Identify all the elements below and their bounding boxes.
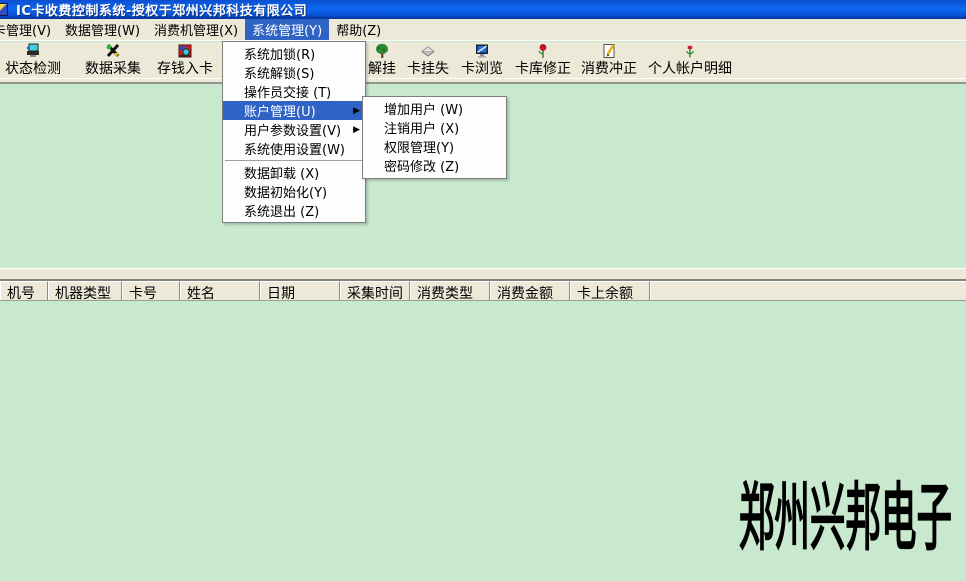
vendor-watermark: 郑州兴邦电子 bbox=[739, 481, 952, 555]
toolbar-button-deposit-card[interactable]: 存钱入卡 bbox=[152, 43, 218, 77]
menu-data-management[interactable]: 数据管理(W) bbox=[58, 19, 147, 40]
grid-header-row: 机号 机器类型 卡号 姓名 日期 采集时间 消费类型 消费金额 卡上余额 bbox=[0, 281, 966, 301]
toolbar-button-card-browse[interactable]: 卡浏览 bbox=[454, 43, 510, 77]
menu-item-system-unlock[interactable]: 系统解锁(S) bbox=[223, 63, 365, 82]
titlebar: IC卡收费控制系统-授权于郑州兴邦科技有限公司 bbox=[0, 0, 966, 19]
menu-help[interactable]: 帮助(Z) bbox=[329, 19, 388, 40]
app-icon[interactable] bbox=[0, 3, 8, 16]
data-collect-icon bbox=[105, 43, 121, 59]
submenu-item-remove-user[interactable]: 注销用户 (X) bbox=[363, 118, 506, 137]
submenu-item-add-user[interactable]: 增加用户 (W) bbox=[363, 99, 506, 118]
rose-icon bbox=[535, 43, 551, 59]
toolbar-button-label: 卡挂失 bbox=[407, 62, 449, 77]
column-header-filler bbox=[650, 281, 966, 300]
deposit-card-icon bbox=[177, 43, 193, 59]
toolbar-button-label: 存钱入卡 bbox=[157, 62, 213, 77]
tulip-icon bbox=[682, 43, 698, 59]
toolbar-button-status-check[interactable]: 状态检测 bbox=[0, 43, 66, 77]
grid-top-strip bbox=[0, 268, 966, 281]
monitor-icon bbox=[474, 43, 490, 59]
account-management-submenu: 增加用户 (W) 注销用户 (X) 权限管理(Y) 密码修改 (Z) bbox=[362, 96, 507, 179]
toolbar-button-label: 个人帐户明细 bbox=[648, 62, 732, 77]
app-window: IC卡收费控制系统-授权于郑州兴邦科技有限公司 卡管理(V) 数据管理(W) 消… bbox=[0, 0, 966, 581]
toolbar-button-label: 解挂 bbox=[368, 62, 396, 77]
diamond-icon bbox=[420, 43, 436, 59]
menu-item-data-unload[interactable]: 数据卸载 (X) bbox=[223, 163, 365, 182]
toolbar-button-data-collect[interactable]: 数据采集 bbox=[80, 43, 146, 77]
column-header-consume-type[interactable]: 消费类型 bbox=[410, 281, 490, 300]
menu-item-operator-handover[interactable]: 操作员交接 (T) bbox=[223, 82, 365, 101]
toolbar-button-label: 卡浏览 bbox=[461, 62, 503, 77]
menu-item-system-lock[interactable]: 系统加锁(R) bbox=[223, 44, 365, 63]
submenu-arrow-icon: ▶ bbox=[353, 124, 360, 134]
menu-system-management[interactable]: 系统管理(Y) bbox=[245, 19, 329, 40]
menu-item-user-param-settings[interactable]: 用户参数设置(V) ▶ bbox=[223, 120, 365, 139]
column-header-machine-type[interactable]: 机器类型 bbox=[48, 281, 122, 300]
menu-item-system-usage-settings[interactable]: 系统使用设置(W) bbox=[223, 139, 365, 158]
menu-card-management[interactable]: 卡管理(V) bbox=[0, 19, 58, 40]
menu-item-data-init[interactable]: 数据初始化(Y) bbox=[223, 182, 365, 201]
toolbar-button-label: 卡库修正 bbox=[515, 62, 571, 77]
submenu-item-change-password[interactable]: 密码修改 (Z) bbox=[363, 156, 506, 175]
submenu-arrow-icon: ▶ bbox=[353, 105, 360, 115]
menu-item-label: 用户参数设置(V) bbox=[244, 120, 341, 139]
toolbar-button-card-db-fix[interactable]: 卡库修正 bbox=[512, 43, 574, 77]
column-header-card-balance[interactable]: 卡上余额 bbox=[570, 281, 650, 300]
toolbar-button-label: 状态检测 bbox=[5, 62, 61, 77]
menu-item-system-exit[interactable]: 系统退出 (Z) bbox=[223, 201, 365, 220]
menubar: 卡管理(V) 数据管理(W) 消费机管理(X) 系统管理(Y) 帮助(Z) bbox=[0, 19, 966, 41]
tree-icon bbox=[374, 43, 390, 59]
window-title: IC卡收费控制系统-授权于郑州兴邦科技有限公司 bbox=[16, 0, 307, 19]
column-header-consume-amount[interactable]: 消费金额 bbox=[490, 281, 570, 300]
toolbar-button-reversal[interactable]: 消费冲正 bbox=[578, 43, 640, 77]
toolbar-button-label: 消费冲正 bbox=[581, 62, 637, 77]
column-header-machine-no[interactable]: 机号 bbox=[0, 281, 48, 300]
document-pencil-icon bbox=[601, 43, 617, 59]
column-header-date[interactable]: 日期 bbox=[260, 281, 340, 300]
submenu-item-permission-management[interactable]: 权限管理(Y) bbox=[363, 137, 506, 156]
menu-item-label: 账户管理(U) bbox=[244, 101, 316, 120]
toolbar-button-label: 数据采集 bbox=[85, 62, 141, 77]
column-header-card-no[interactable]: 卡号 bbox=[122, 281, 180, 300]
column-header-collect-time[interactable]: 采集时间 bbox=[340, 281, 410, 300]
toolbar-button-account-detail[interactable]: 个人帐户明细 bbox=[644, 43, 736, 77]
toolbar-button-report-loss[interactable]: 卡挂失 bbox=[400, 43, 456, 77]
system-management-menu: 系统加锁(R) 系统解锁(S) 操作员交接 (T) 账户管理(U) ▶ 用户参数… bbox=[222, 41, 366, 223]
menu-pos-management[interactable]: 消费机管理(X) bbox=[147, 19, 245, 40]
computer-status-icon bbox=[25, 43, 41, 59]
column-header-name[interactable]: 姓名 bbox=[180, 281, 260, 300]
menu-item-account-management[interactable]: 账户管理(U) ▶ bbox=[223, 101, 365, 120]
toolbar: 状态检测 数据采集 存钱入卡 解挂 卡挂失 bbox=[0, 42, 966, 78]
